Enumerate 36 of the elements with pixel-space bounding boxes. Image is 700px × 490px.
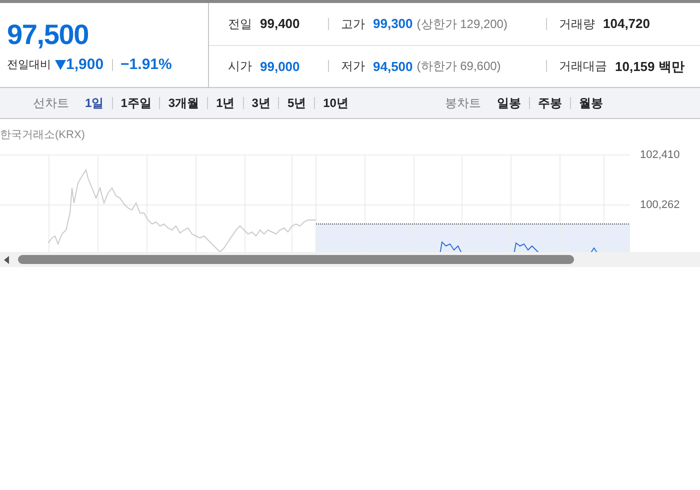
period-tab[interactable]: 월봉 — [579, 94, 603, 112]
period-tab[interactable]: 1년 — [216, 94, 235, 112]
stat-value: 99,000 — [260, 58, 300, 76]
stat-value: 94,500 — [373, 58, 413, 76]
period-tab[interactable]: 10년 — [323, 94, 348, 112]
y-axis-label: 100,262 — [640, 198, 680, 212]
stat-value: 99,300 — [373, 15, 413, 33]
stat-label: 전일 — [228, 16, 252, 33]
price-limit-note: (하한가 69,600) — [416, 58, 501, 76]
scroll-left-icon[interactable] — [4, 256, 9, 264]
stat-label: 거래량 — [559, 16, 595, 33]
period-tab[interactable]: 3개월 — [168, 94, 200, 112]
stat-label: 저가 — [341, 58, 365, 76]
scrollbar-thumb[interactable] — [18, 255, 574, 264]
stat-label: 거래대금 — [559, 58, 607, 76]
stat-label: 고가 — [341, 16, 365, 33]
stat-value: 104,720 — [603, 15, 650, 33]
period-tab[interactable]: 1주일 — [120, 94, 152, 112]
stat-label: 시가 — [228, 58, 252, 76]
current-price: 97,500 — [7, 18, 90, 52]
change-rate: −1.91% — [120, 55, 172, 75]
price-limit-note: (상한가 129,200) — [416, 16, 508, 33]
tab-group-label: 선차트 — [33, 95, 69, 112]
y-axis-label: 102,410 — [640, 148, 680, 162]
tab-group-label: 봉차트 — [445, 95, 481, 112]
stat-value: 10,159 백만 — [615, 58, 684, 76]
horizontal-scrollbar[interactable] — [0, 252, 700, 267]
stat-value: 99,400 — [260, 15, 300, 33]
period-tab[interactable]: 3년 — [252, 94, 270, 112]
market-source: 한국거래소(KRX) — [0, 128, 85, 142]
period-tab[interactable]: 5년 — [287, 94, 306, 112]
period-tab[interactable]: 주봉 — [538, 94, 562, 112]
change-label: 전일대비 — [7, 58, 51, 73]
period-tab[interactable]: 1일 — [85, 94, 104, 112]
period-tab[interactable]: 일봉 — [497, 94, 521, 112]
price-change: 1,900 — [66, 55, 104, 75]
